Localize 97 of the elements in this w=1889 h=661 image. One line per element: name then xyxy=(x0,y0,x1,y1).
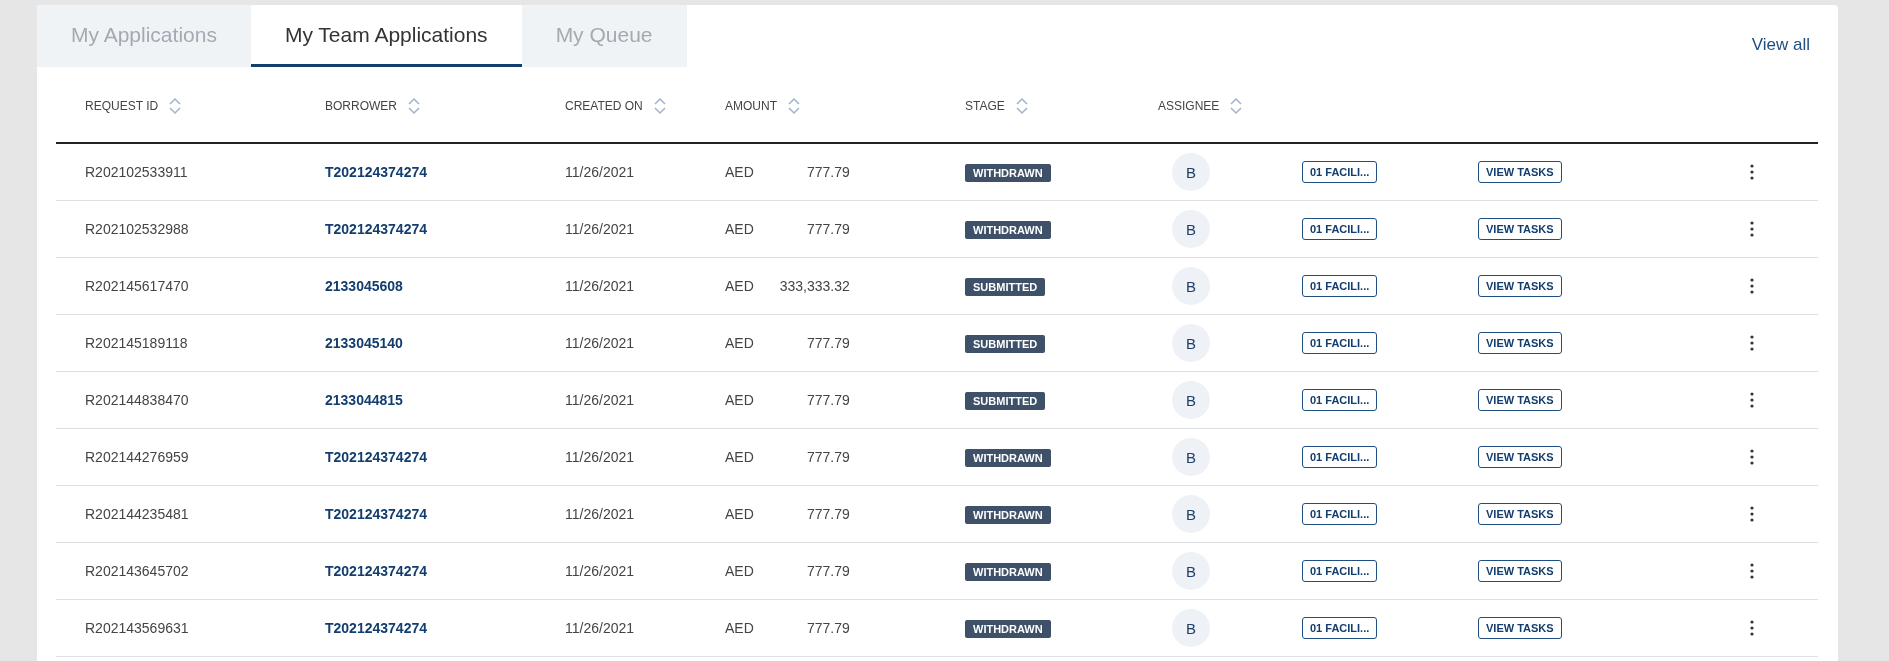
facility-button[interactable]: 01 FACILI... xyxy=(1302,617,1378,639)
stage-badge: WITHDRAWN xyxy=(965,221,1051,239)
borrower-link[interactable]: T202124374274 xyxy=(325,449,427,465)
facility-button[interactable]: 01 FACILI... xyxy=(1302,389,1378,411)
facility-button[interactable]: 01 FACILI... xyxy=(1302,275,1378,297)
amount-value: 777.79 xyxy=(805,221,850,237)
assignee-avatar: B xyxy=(1172,210,1210,248)
amount-value: 777.79 xyxy=(805,335,850,351)
currency-label: AED xyxy=(725,449,754,465)
more-options-icon[interactable] xyxy=(1750,335,1754,351)
borrower-link[interactable]: T202124374274 xyxy=(325,563,427,579)
view-tasks-button[interactable]: VIEW TASKS xyxy=(1478,446,1562,468)
view-tasks-button[interactable]: VIEW TASKS xyxy=(1478,161,1562,183)
view-tasks-button[interactable]: VIEW TASKS xyxy=(1478,617,1562,639)
table-cell: R202144276959 xyxy=(85,449,189,465)
stage-badge: SUBMITTED xyxy=(965,335,1046,353)
more-options-icon[interactable] xyxy=(1750,392,1754,408)
view-tasks-button[interactable]: VIEW TASKS xyxy=(1478,275,1562,297)
amount-value: 777.79 xyxy=(805,164,850,180)
more-options-icon[interactable] xyxy=(1750,164,1754,180)
table-cell: 11/26/2021 xyxy=(565,449,635,465)
more-options-icon[interactable] xyxy=(1750,449,1754,465)
borrower-link[interactable]: 2133045140 xyxy=(325,335,403,351)
table-cell: 11/26/2021 xyxy=(565,164,635,180)
more-options-icon[interactable] xyxy=(1750,506,1754,522)
table-cell: R202145189118 xyxy=(85,335,188,351)
table-cell: R202145617470 xyxy=(85,278,189,294)
facility-button[interactable]: 01 FACILI... xyxy=(1302,446,1378,468)
table-cell: 11/26/2021 xyxy=(565,278,635,294)
currency-label: AED xyxy=(725,164,754,180)
view-all-link[interactable]: View all xyxy=(1751,35,1810,55)
facility-button[interactable]: 01 FACILI... xyxy=(1302,503,1378,525)
view-tasks-button[interactable]: VIEW TASKS xyxy=(1478,503,1562,525)
assignee-avatar: B xyxy=(1172,153,1210,191)
amount-value: 777.79 xyxy=(805,620,850,636)
currency-label: AED xyxy=(725,221,754,237)
stage-badge: SUBMITTED xyxy=(965,278,1046,296)
table-cell: R202102532988 xyxy=(85,221,189,237)
currency-label: AED xyxy=(725,563,754,579)
borrower-link[interactable]: T202124374274 xyxy=(325,506,427,522)
column-header: BORROWER xyxy=(325,99,397,113)
currency-label: AED xyxy=(725,392,754,408)
table-cell: 11/26/2021 xyxy=(565,563,635,579)
stage-badge: WITHDRAWN xyxy=(965,449,1051,467)
view-tasks-button[interactable]: VIEW TASKS xyxy=(1478,218,1562,240)
stage-badge: WITHDRAWN xyxy=(965,620,1051,638)
table-cell: R202102533911 xyxy=(85,164,188,180)
facility-button[interactable]: 01 FACILI... xyxy=(1302,332,1378,354)
assignee-avatar: B xyxy=(1172,267,1210,305)
table-cell: R202144838470 xyxy=(85,392,189,408)
stage-badge: WITHDRAWN xyxy=(965,563,1051,581)
borrower-link[interactable]: T202124374274 xyxy=(325,620,427,636)
amount-value: 777.79 xyxy=(805,563,850,579)
amount-value: 777.79 xyxy=(805,506,850,522)
currency-label: AED xyxy=(725,620,754,636)
borrower-link[interactable]: T202124374274 xyxy=(325,221,427,237)
amount-value: 333,333.32 xyxy=(778,278,850,294)
table-cell: 11/26/2021 xyxy=(565,221,635,237)
column-header: CREATED ON xyxy=(565,99,643,113)
view-tasks-button[interactable]: VIEW TASKS xyxy=(1478,332,1562,354)
assignee-avatar: B xyxy=(1172,609,1210,647)
assignee-avatar: B xyxy=(1172,381,1210,419)
stage-badge: SUBMITTED xyxy=(965,392,1046,410)
assignee-avatar: B xyxy=(1172,552,1210,590)
more-options-icon[interactable] xyxy=(1750,620,1754,636)
table-cell: 11/26/2021 xyxy=(565,335,635,351)
table-cell: 11/26/2021 xyxy=(565,620,635,636)
stage-badge: WITHDRAWN xyxy=(965,164,1051,182)
facility-button[interactable]: 01 FACILI... xyxy=(1302,560,1378,582)
amount-value: 777.79 xyxy=(805,392,850,408)
more-options-icon[interactable] xyxy=(1750,563,1754,579)
column-header: AMOUNT xyxy=(725,99,777,113)
currency-label: AED xyxy=(725,335,754,351)
borrower-link[interactable]: T202124374274 xyxy=(325,164,427,180)
more-options-icon[interactable] xyxy=(1750,278,1754,294)
currency-label: AED xyxy=(725,278,754,294)
assignee-avatar: B xyxy=(1172,495,1210,533)
currency-label: AED xyxy=(725,506,754,522)
borrower-link[interactable]: 2133044815 xyxy=(325,392,403,408)
table-cell: R202144235481 xyxy=(85,506,189,522)
table-cell: R202143645702 xyxy=(85,563,189,579)
view-tasks-button[interactable]: VIEW TASKS xyxy=(1478,560,1562,582)
view-tasks-button[interactable]: VIEW TASKS xyxy=(1478,389,1562,411)
stage-badge: WITHDRAWN xyxy=(965,506,1051,524)
column-header: ASSIGNEE xyxy=(1158,99,1220,113)
assignee-avatar: B xyxy=(1172,438,1210,476)
facility-button[interactable]: 01 FACILI... xyxy=(1302,161,1378,183)
assignee-avatar: B xyxy=(1172,324,1210,362)
table-cell: 11/26/2021 xyxy=(565,506,635,522)
table-cell: 11/26/2021 xyxy=(565,392,635,408)
more-options-icon[interactable] xyxy=(1750,221,1754,237)
facility-button[interactable]: 01 FACILI... xyxy=(1302,218,1378,240)
table-cell: R202143569631 xyxy=(85,620,189,636)
borrower-link[interactable]: 2133045608 xyxy=(325,278,403,294)
column-header: REQUEST ID xyxy=(85,99,159,113)
column-header: STAGE xyxy=(965,99,1005,113)
amount-value: 777.79 xyxy=(805,449,850,465)
